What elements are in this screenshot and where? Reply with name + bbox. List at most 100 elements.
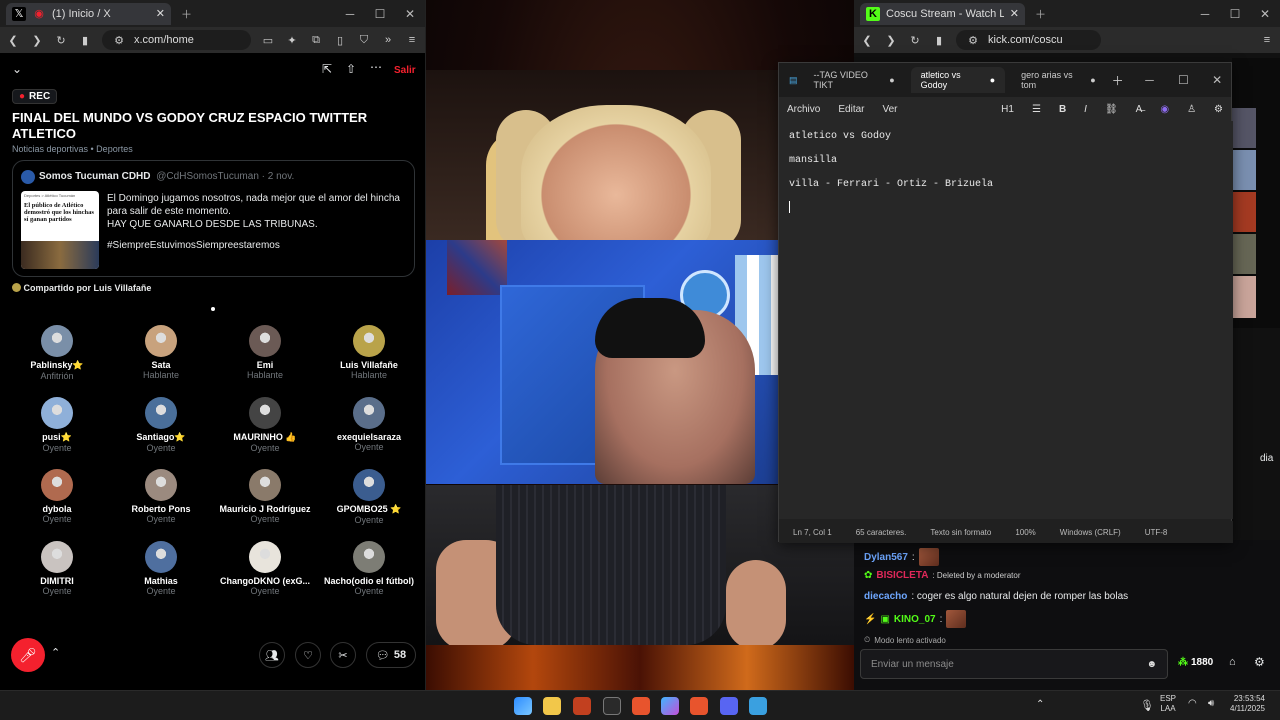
list-icon[interactable]: ☰ [1032, 104, 1041, 115]
new-tab-button[interactable]: ＋ [181, 6, 192, 22]
store-icon[interactable]: ⌂ [1229, 656, 1236, 668]
clock[interactable]: 23:53:54 4/11/2025 [1230, 694, 1265, 714]
back-right-icon[interactable]: ❮ [860, 33, 874, 47]
participant[interactable]: Luis Villafañe Hablante [317, 325, 421, 380]
exit-button[interactable]: Salir [394, 65, 416, 76]
emoji-icon[interactable]: ☻ [1146, 659, 1157, 670]
new-tab-right-button[interactable]: ＋ [1035, 6, 1046, 22]
mic-tray-icon[interactable]: 🎙︎ [1140, 699, 1154, 712]
site-info-icon[interactable]: ⚙ [112, 33, 126, 47]
chat-input[interactable]: Enviar un mensaje ☻ [860, 649, 1168, 679]
status-zoom[interactable]: 100% [1015, 528, 1035, 537]
participant[interactable]: ChangoDKNO (exG... Oyente [213, 541, 317, 596]
notepad-editor[interactable]: atletico vs Godoy mansilla villa - Ferra… [779, 121, 1233, 519]
more-icon[interactable]: ⋯ [370, 60, 382, 74]
wifi-icon[interactable]: ◠ [1188, 698, 1197, 709]
address-bar[interactable]: ⚙ x.com/home [102, 30, 251, 50]
notepad-taskbar-icon[interactable] [749, 697, 767, 715]
minimize-right-icon[interactable]: ─ [1190, 7, 1220, 21]
close-window-right-icon[interactable]: ✕ [1250, 7, 1280, 21]
participant[interactable]: Mauricio J Rodríguez Oyente [213, 469, 317, 524]
back-icon[interactable]: ❮ [6, 33, 20, 47]
np-maximize-icon[interactable]: ☐ [1169, 73, 1197, 87]
np-settings-icon[interactable]: ⚙ [1214, 104, 1223, 115]
mic-muted-button[interactable]: 🎤︎ [11, 638, 45, 672]
menu-right-icon[interactable]: ≡ [1260, 33, 1274, 47]
thumb-3[interactable] [1232, 192, 1256, 232]
share-icon[interactable]: ⇧ [346, 62, 356, 76]
np-minimize-icon[interactable]: ─ [1136, 73, 1164, 87]
maximize-icon[interactable]: ☐ [365, 7, 395, 21]
status-eol[interactable]: Windows (CRLF) [1060, 528, 1121, 537]
tab-x-home[interactable]: 𝕏 ◉ (1) Inicio / X ✕ [6, 2, 171, 25]
windows-start-icon[interactable] [514, 697, 532, 715]
post-hashtag[interactable]: #SiempreEstuvimosSiempreestaremos [107, 239, 412, 252]
menu-icon[interactable]: ≡ [405, 33, 419, 47]
notepad-tab-3[interactable]: gero arias vs tom ● [1011, 67, 1106, 93]
menu-editar[interactable]: Editar [838, 104, 864, 115]
close-tab-icon[interactable]: ✕ [156, 7, 165, 20]
address-bar-right[interactable]: ⚙ kick.com/coscu [956, 30, 1101, 50]
site-info-right-icon[interactable]: ⚙ [966, 33, 980, 47]
extensions-icon[interactable]: ⧉ [309, 33, 323, 47]
app-icon[interactable] [573, 697, 591, 715]
heading-select[interactable]: H1 [1001, 104, 1014, 115]
copilot-icon[interactable]: ◉ [1160, 104, 1169, 115]
sidebar-icon[interactable]: ▯ [333, 33, 347, 47]
chat-user[interactable]: KINO_07 [894, 614, 936, 625]
bookmark-icon[interactable]: ▮ [78, 33, 92, 47]
participant[interactable]: Santiago⭐ Oyente [109, 397, 213, 453]
new-note-tab-icon[interactable]: ＋ [1112, 72, 1124, 89]
bold-icon[interactable]: B [1059, 104, 1066, 115]
status-encoding[interactable]: UTF-8 [1145, 528, 1168, 537]
participant[interactable]: Pablinsky⭐ Anfitrión [5, 325, 109, 381]
cast-icon[interactable]: ▭ [261, 33, 275, 47]
brave-2-icon[interactable] [690, 697, 708, 715]
maximize-right-icon[interactable]: ☐ [1220, 7, 1250, 21]
chat-user[interactable]: Dylan567 [864, 552, 908, 563]
participant[interactable]: Sata Hablante [109, 325, 213, 380]
comments-button[interactable]: 💬︎ 58 [366, 642, 416, 668]
tray-expand-icon[interactable]: ⌃ [1036, 699, 1044, 710]
expand-icon[interactable]: ⌃ [51, 646, 60, 659]
extension-icon[interactable]: ✦ [285, 33, 299, 47]
reload-right-icon[interactable]: ↻ [908, 33, 922, 47]
channel-points[interactable]: ⁂ 1880 [1178, 657, 1213, 668]
brave-icon[interactable] [632, 697, 650, 715]
participant[interactable]: Roberto Pons Oyente [109, 469, 213, 524]
notepad-tab-1[interactable]: --TAG VIDEO TIKT ● [804, 67, 905, 93]
close-tab-right-icon[interactable]: ✕ [1010, 7, 1019, 20]
discord-icon[interactable] [720, 697, 738, 715]
participant[interactable]: dybola Oyente [5, 469, 109, 524]
obs-icon[interactable] [603, 697, 621, 715]
tab-kick[interactable]: K Coscu Stream - Watch Live on Ki ✕ [860, 2, 1025, 25]
participant[interactable]: pusi⭐ Oyente [5, 397, 109, 453]
close-window-icon[interactable]: ✕ [395, 7, 425, 21]
volume-icon[interactable]: 🔊︎ [1208, 698, 1214, 709]
forward-right-icon[interactable]: ❯ [884, 33, 898, 47]
clear-format-icon[interactable]: A̶ [1136, 104, 1143, 115]
open-external-icon[interactable]: ⇱ [322, 62, 332, 76]
thumb-4[interactable] [1232, 234, 1256, 274]
italic-icon[interactable]: I [1084, 104, 1087, 115]
thumb-5[interactable] [1232, 276, 1256, 318]
minimize-icon[interactable]: ─ [335, 7, 365, 21]
react-button[interactable]: ♡ [295, 642, 321, 668]
clip-button[interactable]: ✂ [330, 642, 356, 668]
copilot-taskbar-icon[interactable] [661, 697, 679, 715]
status-format[interactable]: Texto sin formato [930, 528, 991, 537]
more-tools-icon[interactable]: » [381, 33, 395, 47]
account-icon[interactable]: ♙ [1187, 104, 1196, 115]
participant[interactable]: Emi Hablante [213, 325, 317, 380]
forward-icon[interactable]: ❯ [30, 33, 44, 47]
people-button[interactable]: 👥︎ [259, 642, 285, 668]
file-explorer-icon[interactable] [543, 697, 561, 715]
reload-icon[interactable]: ↻ [54, 33, 68, 47]
menu-archivo[interactable]: Archivo [787, 104, 820, 115]
participant[interactable]: DIMITRI Oyente [5, 541, 109, 596]
chat-settings-icon[interactable]: ⚙ [1254, 655, 1265, 669]
thumb-2[interactable] [1232, 150, 1256, 190]
participant[interactable]: MAURINHO 👍 Oyente [213, 397, 317, 453]
language-indicator[interactable]: ESP LAA [1160, 694, 1176, 714]
notepad-tab-2[interactable]: atletico vs Godoy ● [910, 67, 1006, 93]
